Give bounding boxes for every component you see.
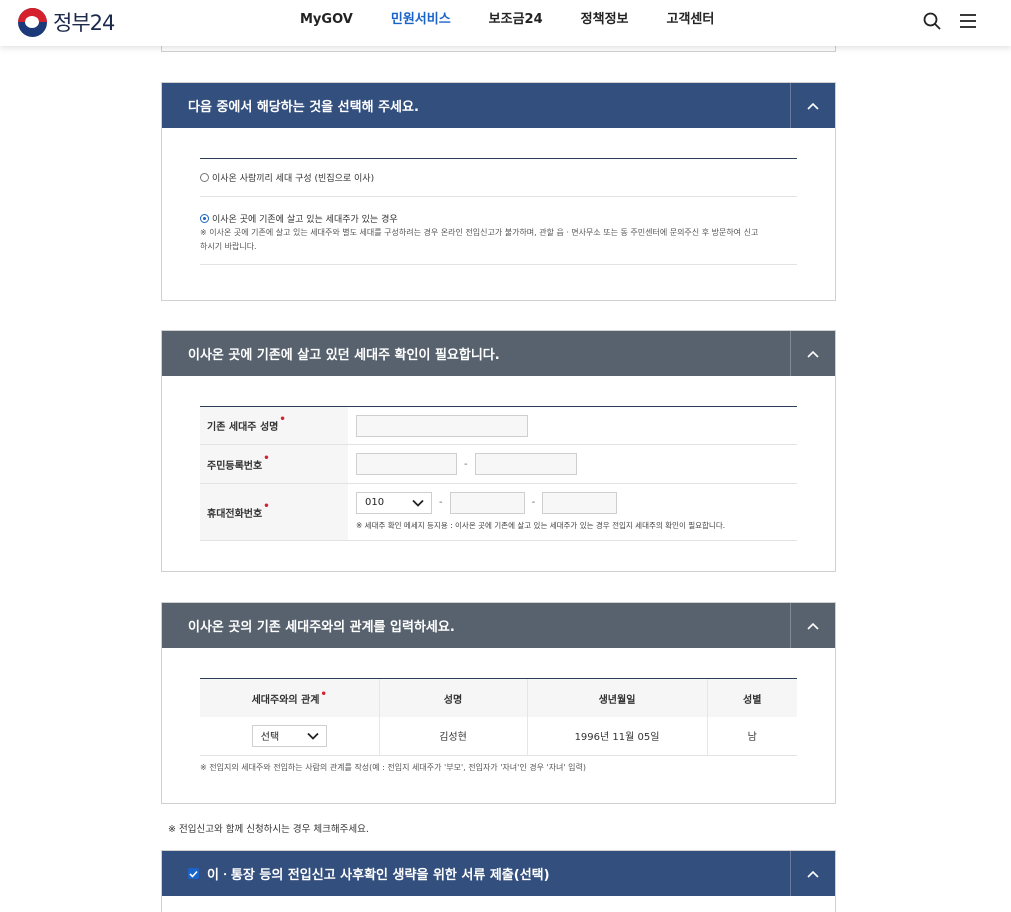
nav-policy-info[interactable]: 정책정보 — [581, 0, 629, 40]
column-header: 성명 — [379, 679, 528, 717]
chevron-down-icon — [412, 499, 424, 507]
phone-middle-input[interactable] — [449, 491, 525, 514]
head-of-household-section: 이사온 곳에 기존에 살고 있던 세대주 확인이 필요합니다. 기존 세대주 성… — [161, 330, 836, 572]
section-title: 다음 중에서 해당하는 것을 선택해 주세요. — [188, 100, 419, 115]
form-row-rrn: 주민등록번호 • - — [200, 445, 797, 484]
relation-cell: 선택 — [200, 717, 380, 756]
phone-prefix-select[interactable]: 010 — [356, 491, 432, 514]
field-label: 휴대전화번호 • — [200, 484, 348, 540]
nav-mygov[interactable]: MyGOV — [300, 0, 353, 40]
checkbox-notice: ※ 전입신고와 함께 신청하시는 경우 체크해주세요. — [168, 824, 369, 835]
name-cell: 김성현 — [379, 717, 528, 756]
section-header: 다음 중에서 해당하는 것을 선택해 주세요. — [162, 83, 835, 128]
required-mark: • — [263, 500, 270, 512]
section-header: 이사온 곳의 기존 세대주와의 관계를 입력하세요. — [162, 603, 835, 648]
option-note: ※ 이사온 곳에 기존에 살고 있는 세대주와 별도 세대를 구성하려는 경우 … — [200, 228, 759, 237]
select-value: 010 — [365, 497, 385, 508]
dash: - — [531, 497, 536, 508]
chevron-down-icon — [307, 732, 319, 740]
radio-existing-head[interactable] — [200, 213, 209, 223]
logo-text: 정부24 — [53, 11, 115, 35]
required-mark: • — [279, 414, 286, 425]
phone-last-input[interactable] — [542, 491, 618, 514]
label-text: 주민등록번호 — [207, 460, 263, 472]
chevron-up-icon — [807, 102, 819, 110]
column-header: 성별 — [707, 679, 797, 717]
header-text: 세대주와의 관계 — [251, 694, 320, 706]
option-label: 이사온 사람끼리 세대 구성 (빈집으로 이사) — [212, 174, 375, 184]
column-header: 세대주와의 관계• — [200, 679, 380, 717]
main-nav: MyGOV 민원서비스 보조금24 정책정보 고객센터 — [300, 0, 752, 40]
collapse-button[interactable] — [790, 603, 835, 648]
chevron-up-icon — [807, 870, 819, 878]
nav-subsidy24[interactable]: 보조금24 — [489, 0, 543, 40]
section-title: 이ㆍ통장 등의 전입신고 사후확인 생략을 위한 서류 제출(선택) — [207, 868, 550, 883]
menu-icon[interactable] — [957, 10, 979, 32]
check-icon — [189, 870, 198, 878]
collapse-button[interactable] — [790, 83, 835, 128]
option-existing-head[interactable]: 이사온 곳에 기존에 살고 있는 세대주가 있는 경우 — [200, 211, 797, 225]
global-header: 정부24 MyGOV 민원서비스 보조금24 정책정보 고객센터 — [0, 0, 1011, 46]
relationship-section: 이사온 곳의 기존 세대주와의 관계를 입력하세요. 세대주와의 관계• 성명 … — [161, 602, 836, 804]
relationship-note: ※ 전입지의 세대주와 전입하는 사람의 관계를 작성(예 : 전입지 세대주가… — [200, 762, 586, 772]
section-header: 이ㆍ통장 등의 전입신고 사후확인 생략을 위한 서류 제출(선택) — [162, 851, 835, 896]
collapse-button[interactable] — [790, 331, 835, 376]
section-title: 이사온 곳에 기존에 살고 있던 세대주 확인이 필요합니다. — [188, 348, 500, 363]
phone-note: ※ 세대주 확인 메세지 등지용 : 이사온 곳에 기존에 살고 있는 세대주가… — [356, 520, 726, 530]
section-title: 이사온 곳의 기존 세대주와의 관계를 입력하세요. — [188, 620, 455, 635]
household-head-name-input[interactable] — [356, 414, 528, 437]
label-text: 휴대전화번호 — [207, 508, 263, 520]
site-logo[interactable]: 정부24 — [18, 7, 115, 37]
select-value: 선택 — [260, 732, 280, 744]
dash: - — [439, 497, 443, 508]
chevron-up-icon — [807, 622, 819, 630]
dash: - — [464, 458, 468, 470]
option-existing-head-block: 이사온 곳에 기존에 살고 있는 세대주가 있는 경우 ※ 이사온 곳에 기존에… — [200, 197, 797, 265]
document-submission-checkbox[interactable] — [188, 868, 199, 879]
radio-empty-house[interactable] — [200, 173, 209, 182]
rrn-back-input[interactable] — [474, 453, 577, 475]
section-header: 이사온 곳에 기존에 살고 있던 세대주 확인이 필요합니다. — [162, 331, 835, 376]
chevron-up-icon — [807, 350, 819, 358]
collapse-button[interactable] — [790, 851, 835, 896]
relation-select[interactable]: 선택 — [251, 724, 327, 747]
field-label: 기존 세대주 성명 • — [200, 407, 348, 444]
document-submission-section: 이ㆍ통장 등의 전입신고 사후확인 생략을 위한 서류 제출(선택) — [161, 850, 836, 912]
option-note-cont: 하시기 바랍니다. — [200, 242, 257, 251]
gender-cell: 남 — [707, 717, 797, 756]
field-label: 주민등록번호 • — [200, 445, 348, 483]
column-header: 생년월일 — [527, 679, 708, 717]
nav-customer-center[interactable]: 고객센터 — [667, 0, 715, 40]
relationship-table: 세대주와의 관계• 성명 생년월일 성별 선택 김성현 1996년 11월 05… — [200, 679, 797, 756]
rrn-front-input[interactable] — [356, 453, 457, 475]
household-type-section: 다음 중에서 해당하는 것을 선택해 주세요. 이사온 사람끼리 세대 구성 (… — [161, 82, 836, 301]
birth-cell: 1996년 11월 05일 — [527, 717, 708, 756]
nav-civil-services[interactable]: 민원서비스 — [391, 0, 451, 40]
label-text: 기존 세대주 성명 — [207, 422, 279, 433]
required-mark: • — [263, 452, 270, 464]
required-mark: • — [320, 688, 327, 700]
form-row-phone: 휴대전화번호 • 010 - - ※ 세대주 확인 메세지 등지용 : 이사온 곳… — [200, 484, 797, 541]
option-label: 이사온 곳에 기존에 살고 있는 세대주가 있는 경우 — [212, 214, 398, 225]
taegeuk-logo-icon — [18, 7, 47, 37]
table-row: 선택 김성현 1996년 11월 05일 남 — [200, 717, 797, 756]
search-icon[interactable] — [921, 10, 943, 32]
option-empty-house[interactable]: 이사온 사람끼리 세대 구성 (빈집으로 이사) — [200, 159, 797, 197]
form-row-name: 기존 세대주 성명 • — [200, 407, 797, 445]
